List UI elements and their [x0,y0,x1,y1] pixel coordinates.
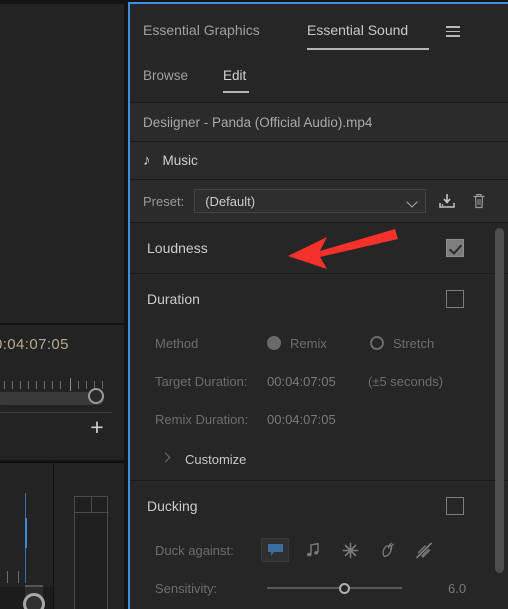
essential-sound-panel: Essential Graphics Essential Sound Brows… [128,2,508,609]
music-note-icon: ♪ [143,152,151,169]
subtab-edit[interactable]: Edit [223,68,246,83]
dialogue-icon-glyph [267,544,283,556]
panel-divider [0,412,112,413]
mixer-meter-header [75,497,109,513]
unnamed-icon-glyph [415,541,433,559]
sensitivity-row: Sensitivity: 6.0 [130,569,508,607]
loudness-title: Loudness [147,240,208,256]
preset-label: Preset: [143,193,185,209]
sfx-icon[interactable] [337,539,363,561]
chevron-right-icon [160,452,171,463]
timeline-zoom-handle[interactable] [88,388,104,404]
ducking-section-header[interactable]: Ducking [130,481,508,531]
tab-essential-graphics[interactable]: Essential Graphics [143,22,260,38]
chevron-down-icon [406,196,418,208]
mixer-tick [7,571,8,583]
clip-filename-row: Desiigner - Panda (Official Audio).mp4 [130,103,508,141]
target-duration-value[interactable]: 00:04:07:05 [267,374,336,389]
delete-preset-button[interactable] [468,189,490,213]
mixer-meter-header-divider [91,497,92,513]
audio-waveform-peak [25,518,27,548]
sensitivity-slider[interactable] [267,581,402,595]
customize-row[interactable]: Customize [130,438,508,480]
trash-icon [473,194,485,209]
dialogue-icon[interactable] [261,538,289,562]
panel-subtab-bar: Browse Edit [130,58,508,102]
duration-method-row: Method Remix Stretch [130,324,508,362]
customize-label: Customize [185,451,247,467]
loudness-checkbox[interactable] [446,239,464,257]
music-icon-glyph [307,542,319,557]
sensitivity-slider-track [267,587,402,589]
hamburger-menu-icon[interactable] [446,26,460,37]
tab-essential-sound[interactable]: Essential Sound [307,22,408,38]
panel-tab-bar: Essential Graphics Essential Sound [130,4,508,58]
subtab-browse[interactable]: Browse [143,68,188,83]
loudness-section-header[interactable]: Loudness [130,223,508,273]
duck-against-row: Duck against: [130,531,508,569]
audio-track-mixer-panel [0,462,124,609]
tab-active-indicator [307,48,429,50]
save-preset-icon [439,194,455,208]
remix-duration-row: Remix Duration: 00:04:07:05 [130,400,508,438]
premiere-pro-window: 0:04:07:05 + Essential Graphics Essentia… [0,0,508,609]
sfx-icon-glyph [342,542,358,558]
radio-remix[interactable] [267,336,281,350]
unnamed-icon[interactable] [411,539,437,561]
target-duration-row: Target Duration: 00:04:07:05 (±5 seconds… [130,362,508,400]
add-track-button[interactable]: + [86,415,108,439]
sensitivity-value[interactable]: 6.0 [448,581,466,596]
ambience-icon[interactable] [374,539,400,561]
mixer-meter-panel [74,496,109,609]
duration-checkbox[interactable] [446,290,464,308]
save-preset-button[interactable] [436,189,458,213]
timecode-display[interactable]: 0:04:07:05 [0,336,114,353]
left-panel-group: 0:04:07:05 + [0,0,128,609]
panel-scrollbar-thumb[interactable] [495,228,504,573]
volume-fader-knob[interactable] [23,593,45,609]
ambience-icon-glyph [381,542,394,557]
ducking-title: Ducking [147,498,198,514]
audio-type-row[interactable]: ♪ Music [130,142,508,179]
radio-stretch[interactable] [370,336,384,350]
preset-row: Preset: (Default) [130,180,508,222]
radio-stretch-label: Stretch [393,335,435,351]
duration-section-header[interactable]: Duration [130,274,508,324]
clip-filename: Desiigner - Panda (Official Audio).mp4 [143,114,373,130]
method-label: Method [155,335,199,351]
mixer-divider [53,463,54,609]
target-duration-note: (±5 seconds) [368,373,444,389]
remix-duration-value: 00:04:07:05 [267,411,336,427]
duration-title: Duration [147,291,200,307]
duck-against-label: Duck against: [155,542,234,558]
sensitivity-slider-knob[interactable] [339,583,350,594]
target-duration-label: Target Duration: [155,373,248,389]
preset-value: (Default) [205,193,256,209]
preset-dropdown[interactable]: (Default) [194,189,427,213]
music-icon[interactable] [300,539,326,561]
program-monitor-panel [0,4,124,324]
subtab-active-indicator [223,91,249,93]
audio-type-label: Music [162,153,198,168]
radio-remix-label: Remix [290,335,327,351]
panel-scrollbar[interactable] [495,226,504,606]
mixer-tick [18,571,19,583]
ducking-checkbox[interactable] [446,497,464,515]
remix-duration-label: Remix Duration: [155,411,249,427]
sensitivity-label: Sensitivity: [155,580,218,596]
